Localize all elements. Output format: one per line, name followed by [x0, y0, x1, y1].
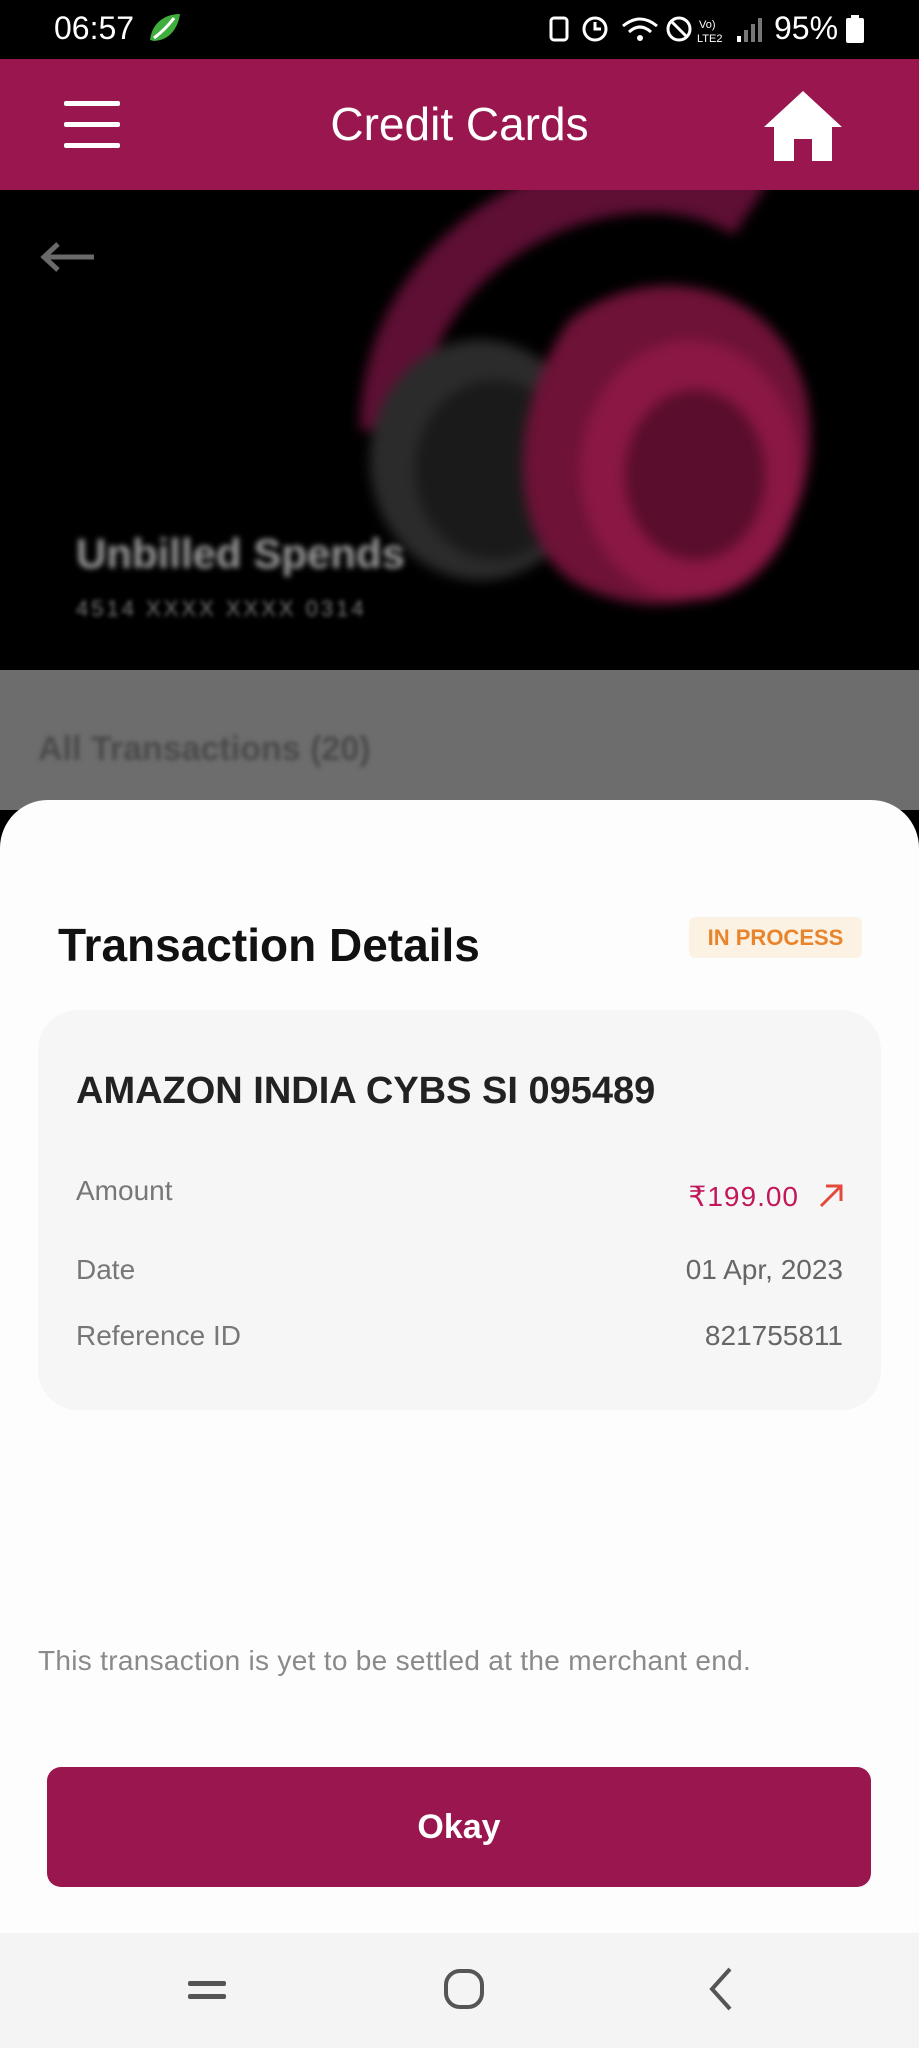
- status-time: 06:57: [54, 10, 135, 46]
- date-value: 01 Apr, 2023: [685, 1254, 843, 1285]
- status-badge: IN PROCESS: [689, 917, 862, 958]
- status-bar: 06:57 Vo) LTE2 95%: [0, 0, 919, 59]
- system-status-icons: Vo) LTE2: [549, 16, 762, 45]
- transaction-detail-card: AMAZON INDIA CYBS SI 095489 Amount ₹199.…: [38, 1010, 881, 1410]
- card-hero-banner: Unbilled Spends 4514 XXXX XXXX 0314: [0, 190, 919, 670]
- unbilled-spends-title: Unbilled Spends: [76, 530, 406, 577]
- amount-value: ₹199.00: [688, 1181, 799, 1212]
- transactions-header-area: All Transactions (20): [0, 670, 919, 810]
- system-navigation-bar: [0, 1933, 919, 2048]
- leaf-app-icon: [150, 14, 180, 41]
- headphones-image: [360, 190, 811, 605]
- transaction-details-sheet: Transaction Details IN PROCESS AMAZON IN…: [0, 800, 919, 1933]
- settlement-note: This transaction is yet to be settled at…: [38, 1645, 752, 1676]
- battery-icon: [846, 15, 864, 43]
- nav-home-icon[interactable]: [442, 1967, 486, 2011]
- recent-apps-icon[interactable]: [186, 1975, 228, 2005]
- nav-back-icon[interactable]: [706, 1965, 736, 2013]
- reference-id-value: 821755811: [704, 1320, 843, 1351]
- okay-button[interactable]: Okay: [47, 1767, 871, 1887]
- all-transactions-heading: All Transactions (20): [38, 730, 371, 768]
- merchant-name: AMAZON INDIA CYBS SI 095489: [76, 1070, 656, 1112]
- masked-card-number: 4514 XXXX XXXX 0314: [76, 596, 367, 621]
- svg-text:LTE2: LTE2: [697, 33, 722, 45]
- sheet-title: Transaction Details: [58, 919, 480, 971]
- date-label: Date: [76, 1254, 136, 1285]
- back-arrow-icon[interactable]: [38, 240, 98, 274]
- svg-text:Vo): Vo): [699, 19, 716, 31]
- reference-id-label: Reference ID: [76, 1320, 241, 1351]
- home-icon[interactable]: [762, 89, 844, 163]
- arrow-up-right-icon: [819, 1184, 843, 1208]
- amount-label: Amount: [76, 1175, 173, 1206]
- app-bar: Credit Cards: [0, 59, 919, 190]
- battery-percent: 95%: [774, 10, 839, 46]
